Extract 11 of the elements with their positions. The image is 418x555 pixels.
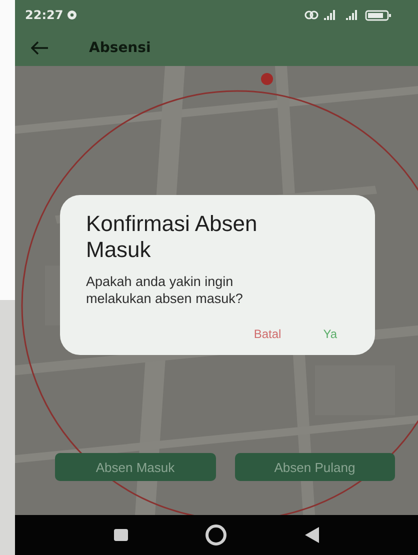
dialog-title: Konfirmasi Absen Masuk — [86, 211, 258, 263]
confirm-button[interactable]: Ya — [319, 325, 341, 343]
back-icon[interactable] — [305, 527, 320, 543]
home-icon[interactable] — [205, 524, 228, 546]
app-title: Absensi — [89, 40, 151, 56]
status-time: 22:27 — [25, 8, 64, 22]
attendance-button[interactable]: Absen Pulang — [234, 453, 395, 481]
attendance-button[interactable]: Absen Masuk — [55, 453, 216, 481]
cancel-button[interactable]: Batal — [250, 325, 286, 343]
dialog-message: Apakah anda yakin ingin melakukan absen masuk? — [86, 273, 244, 307]
recents-icon[interactable] — [114, 529, 128, 541]
